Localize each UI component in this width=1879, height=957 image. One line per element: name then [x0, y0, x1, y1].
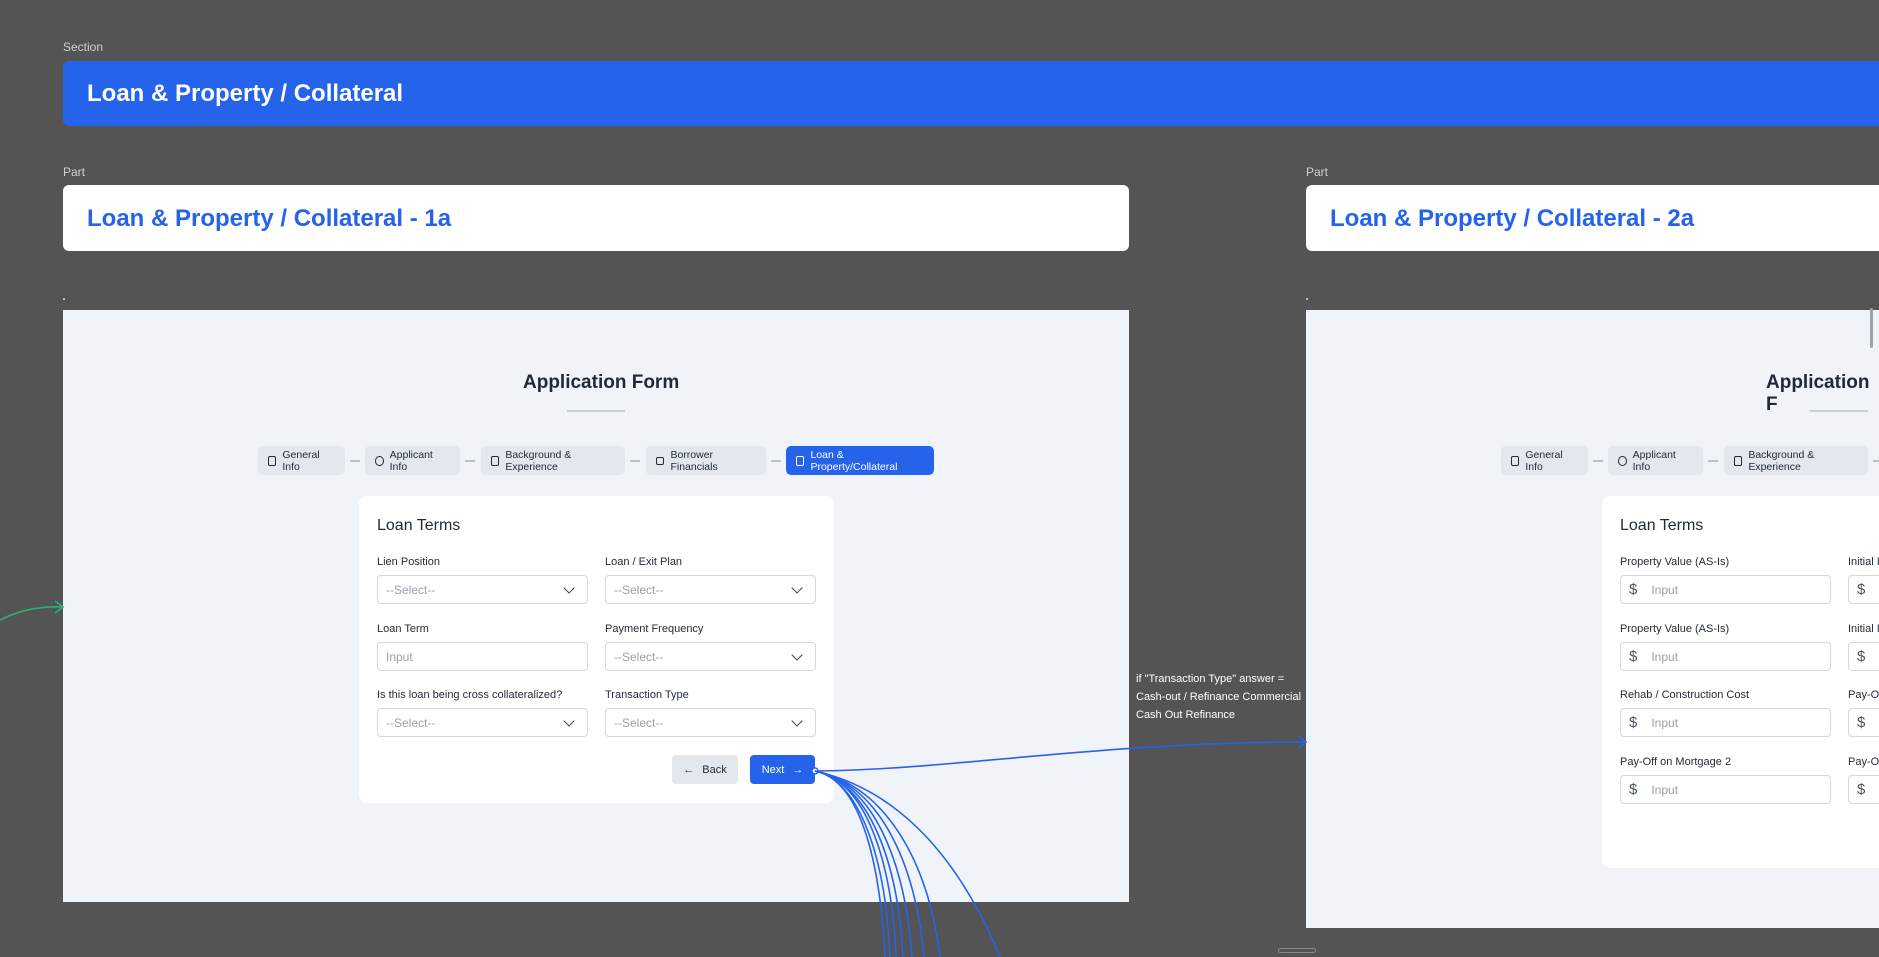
flow-connector [814, 770, 891, 957]
prototype-connectors [0, 600, 1308, 957]
condition-note: if "Transaction Type" answer = Cash-out … [1136, 673, 1302, 721]
flow-connector [814, 770, 886, 957]
conditional-connector-2a [814, 741, 1307, 772]
flow-connector [814, 770, 904, 957]
incoming-connector-1a [0, 606, 63, 621]
resize-handle[interactable] [1278, 948, 1316, 953]
flow-connector [814, 770, 1001, 957]
flow-connector [814, 770, 913, 957]
